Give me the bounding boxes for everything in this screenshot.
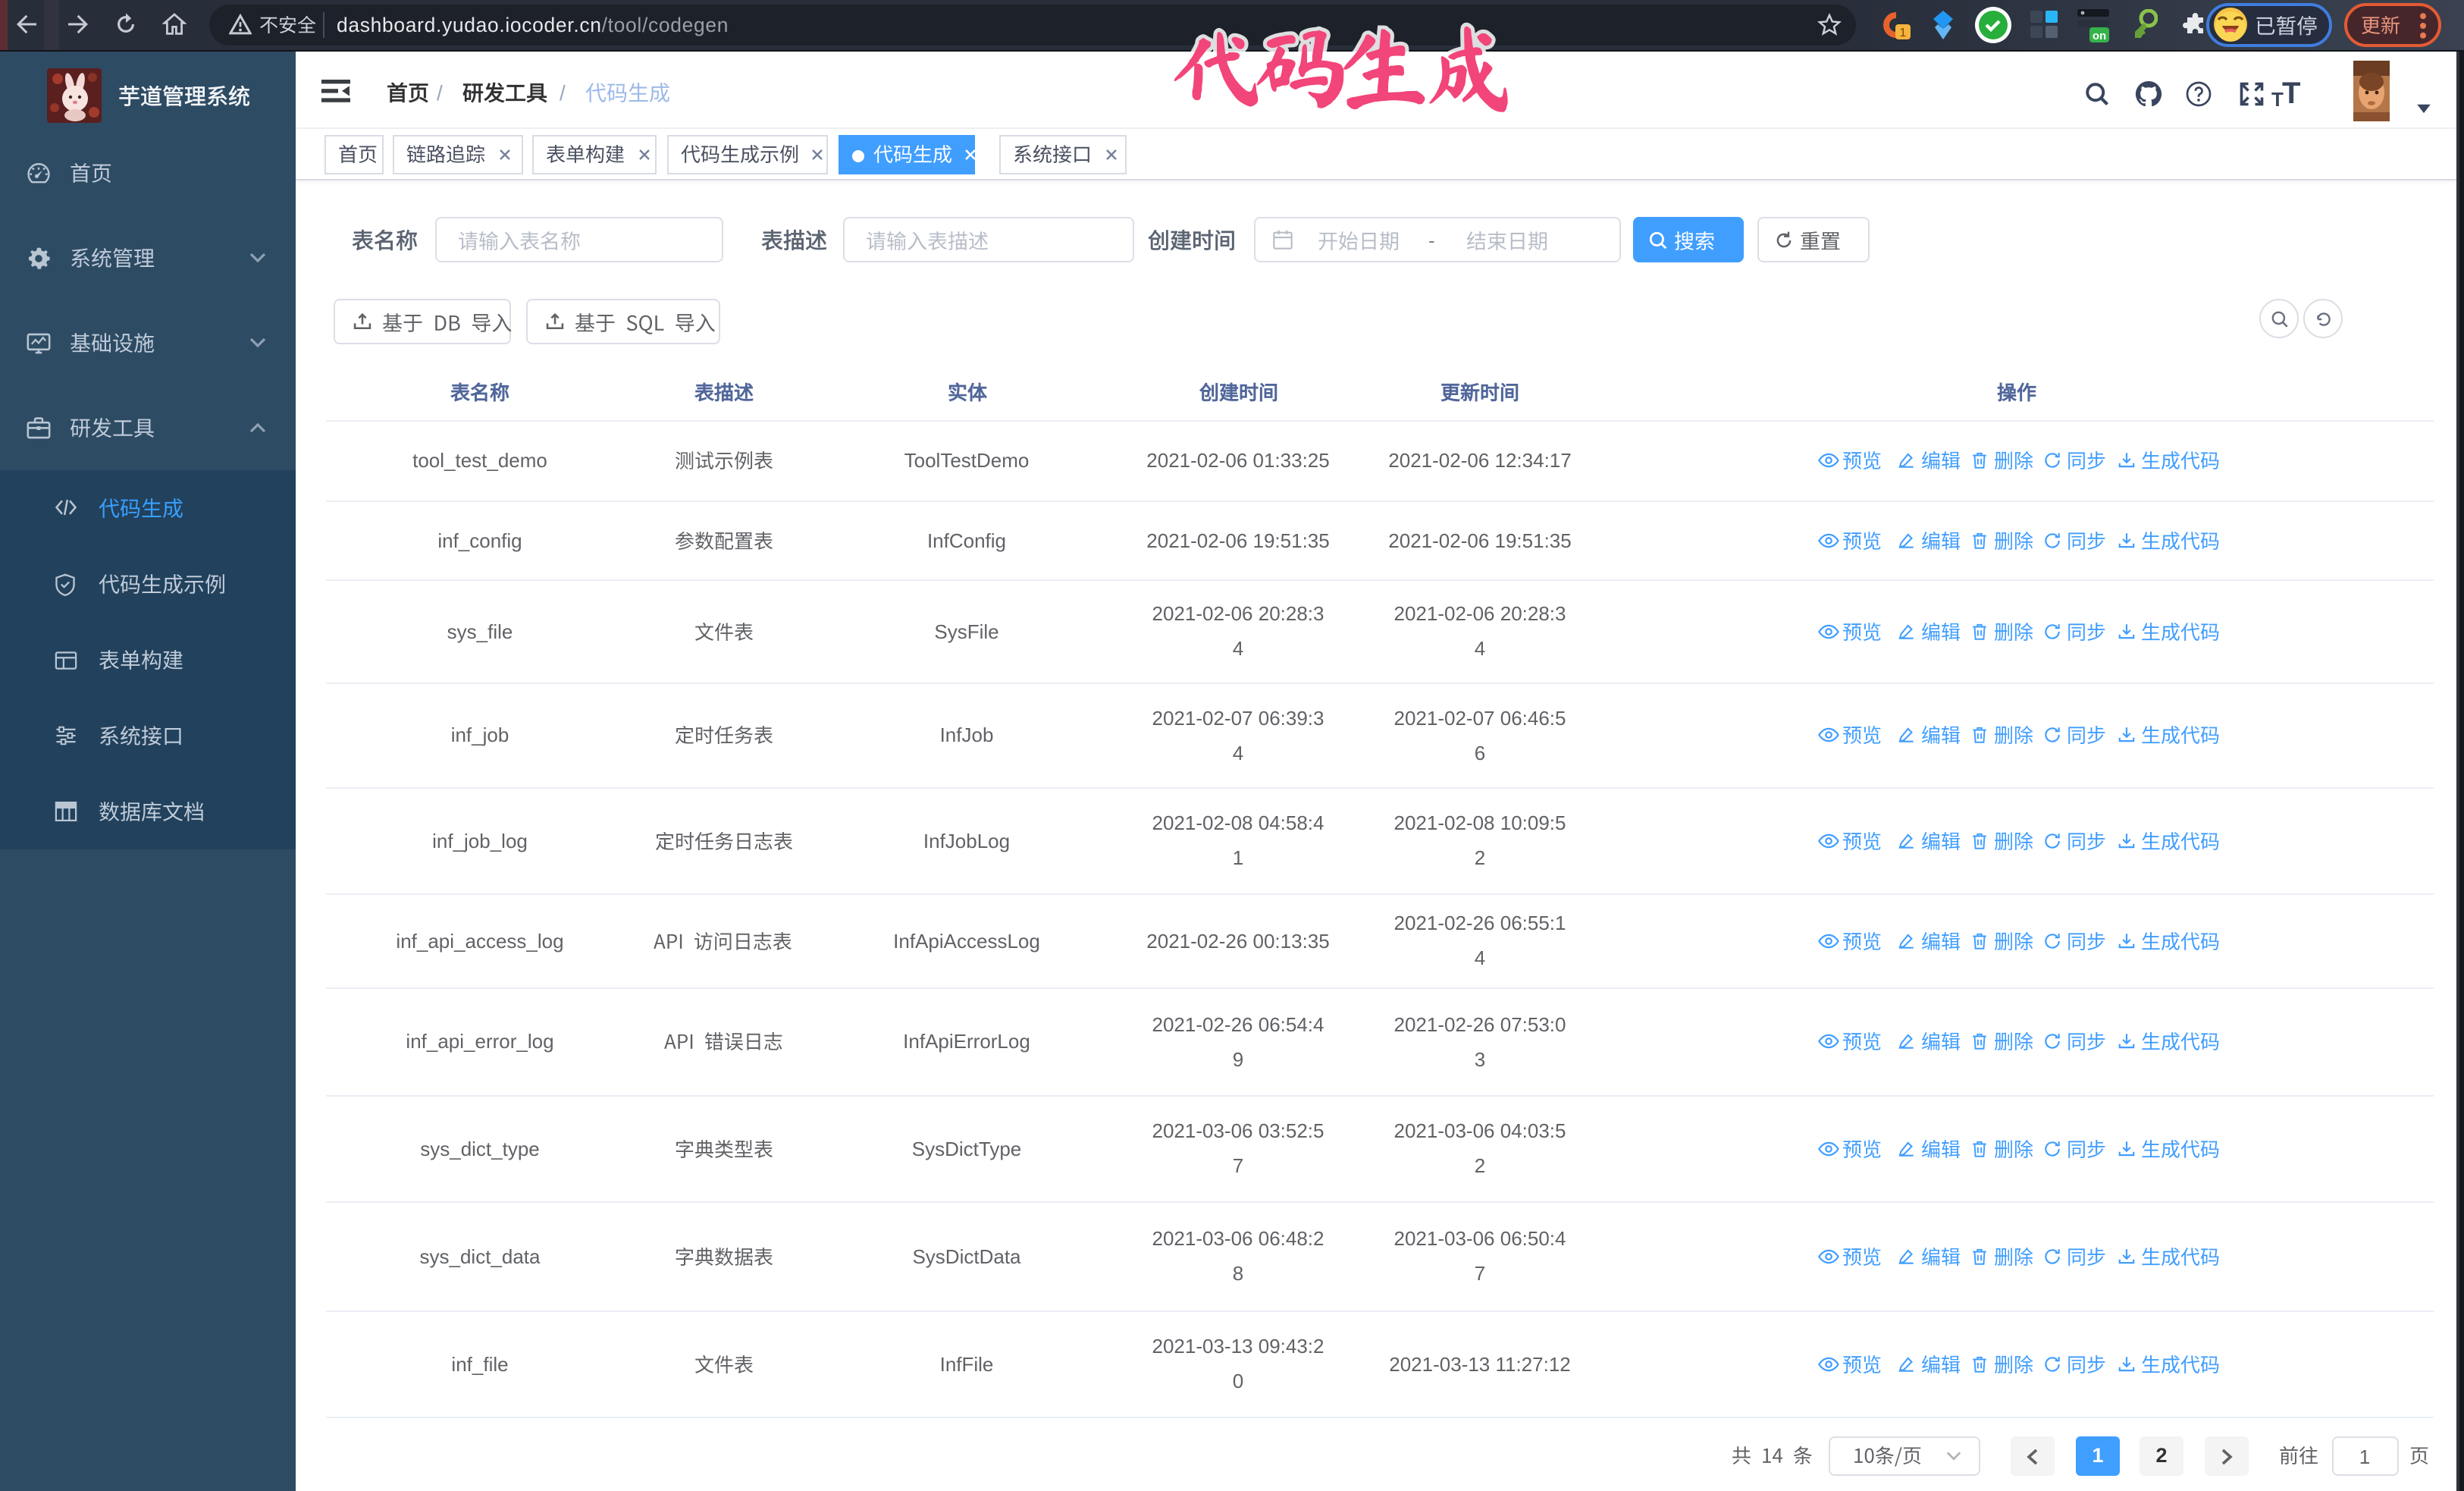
- svg-text:1: 1: [1900, 27, 1907, 39]
- svg-text:on: on: [2093, 30, 2106, 42]
